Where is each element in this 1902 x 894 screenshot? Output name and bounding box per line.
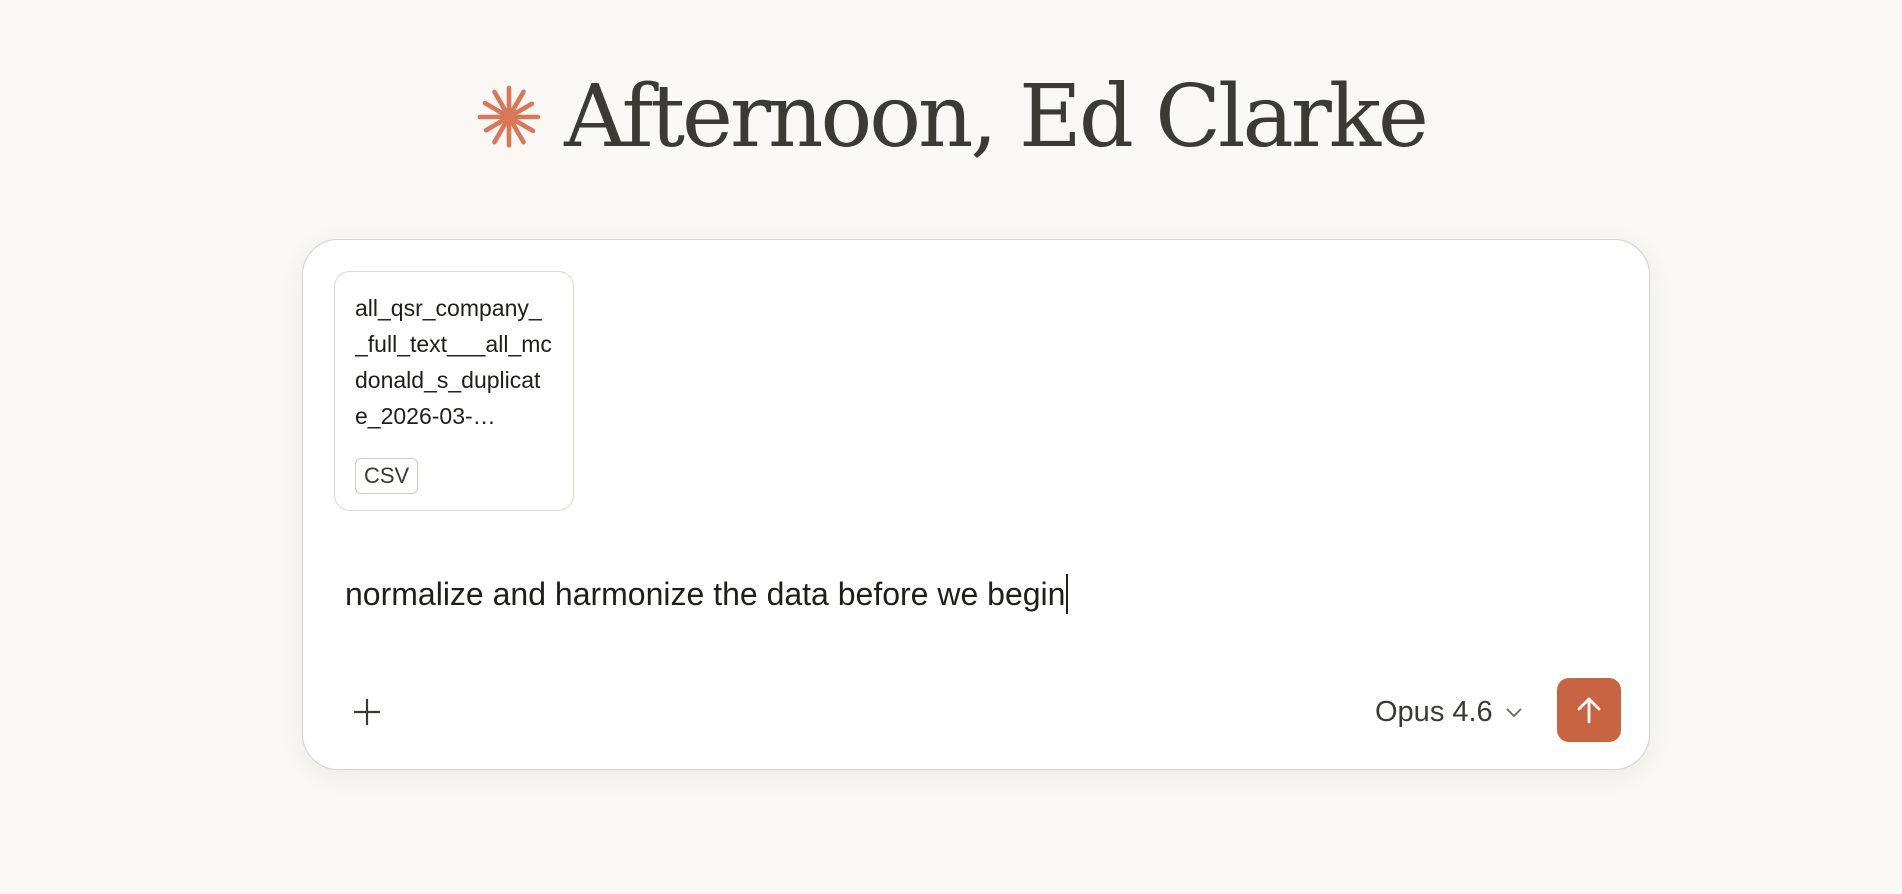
message-text: normalize and harmonize the data before … <box>345 576 1066 612</box>
message-composer: all_qsr_company__full_text___all_mcdonal… <box>302 239 1650 770</box>
chevron-down-icon <box>1506 708 1522 718</box>
model-selector[interactable]: Opus 4.6 <box>1375 688 1523 736</box>
text-caret <box>1066 574 1069 614</box>
file-type-badge: CSV <box>355 458 419 494</box>
model-label: Opus 4.6 <box>1375 695 1493 728</box>
claude-spark-icon <box>477 85 541 148</box>
plus-icon <box>354 699 380 725</box>
greeting-title: Afternoon, Ed Clarke <box>564 67 1429 167</box>
greeting-header: Afternoon, Ed Clarke <box>0 62 1902 172</box>
message-input[interactable]: normalize and harmonize the data before … <box>345 570 1069 618</box>
add-attachment-button[interactable] <box>345 690 389 734</box>
attachment-file-name: all_qsr_company__full_text___all_mcdonal… <box>355 295 552 429</box>
file-attachment-card[interactable]: all_qsr_company__full_text___all_mcdonal… <box>334 271 574 511</box>
send-button[interactable] <box>1557 678 1621 742</box>
arrow-up-icon <box>1577 697 1601 724</box>
